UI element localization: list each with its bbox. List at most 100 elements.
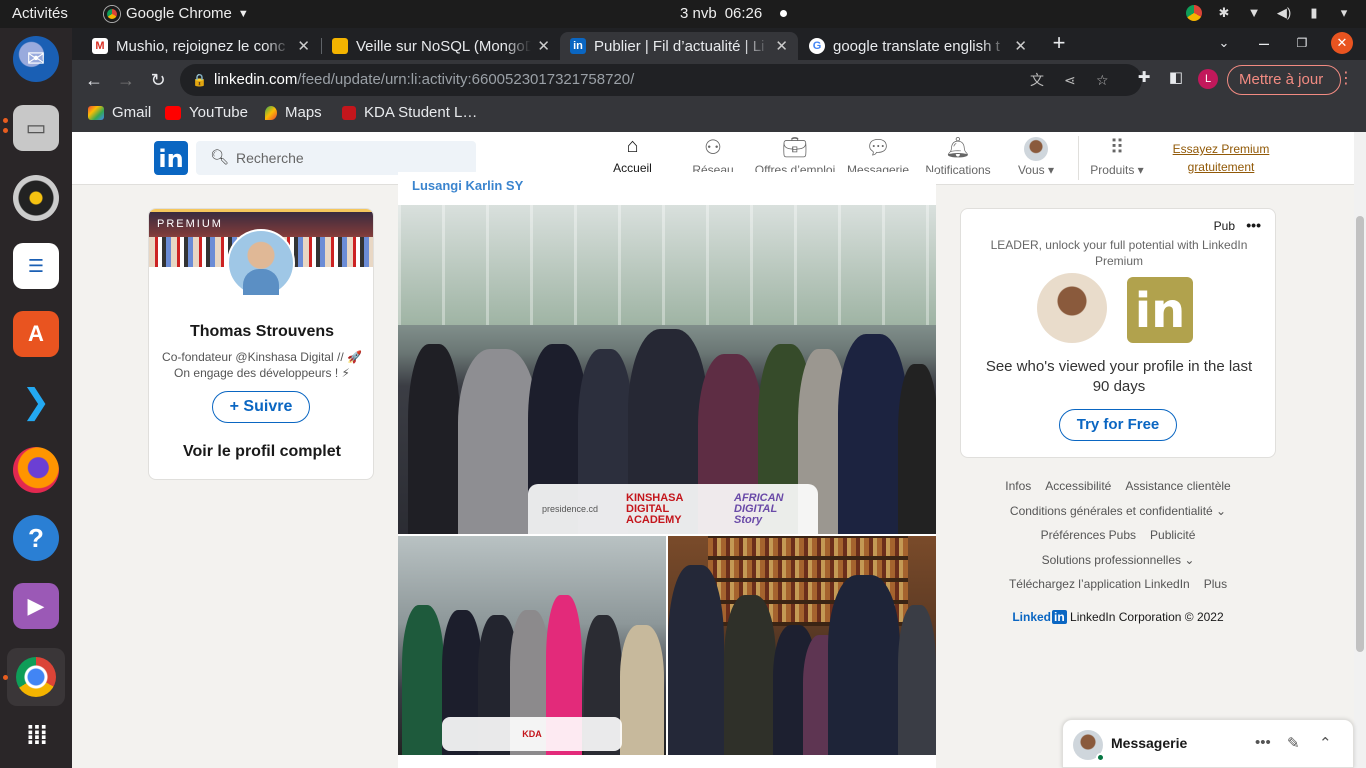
bookmark-star-icon[interactable]: ☆ xyxy=(1096,64,1109,96)
footer-links: Infos Accessibilité Assistance clientèle C… xyxy=(960,474,1276,597)
tab-slides[interactable]: Veille sur NoSQL (MongoD ✕ xyxy=(322,32,560,60)
clock[interactable]: 3 nvb 06:26 xyxy=(680,5,788,22)
thunderbird-icon[interactable]: ✉ xyxy=(13,36,59,82)
footer-link[interactable]: Publicité xyxy=(1150,528,1195,542)
tab-linkedin[interactable]: in Publier | Fil d’actualité | Li ✕ xyxy=(560,32,798,60)
close-window-icon[interactable]: ✕ xyxy=(1331,32,1353,54)
ad-headline: See who's viewed your profile in the las… xyxy=(985,358,1253,395)
follow-button[interactable]: + Suivre xyxy=(212,391,310,423)
post-photo-tertiary[interactable] xyxy=(668,536,936,755)
tab-strip: M Mushio, rejoignez le conc ✕ Veille sur… xyxy=(72,28,1366,60)
app-menu[interactable]: Google Chrome ▼ xyxy=(104,5,249,22)
nav-me[interactable]: Vous ▾ xyxy=(1008,132,1064,185)
ad-tagline: LEADER, unlock your full potential with … xyxy=(990,238,1248,268)
scrollbar-thumb[interactable] xyxy=(1356,216,1364,652)
page-scrollbar[interactable] xyxy=(1354,132,1366,768)
share-icon[interactable]: ⋖ xyxy=(1064,64,1076,96)
tab-gmail[interactable]: M Mushio, rejoignez le conc ✕ xyxy=(82,32,320,60)
maps-icon xyxy=(265,105,277,120)
close-tab-icon[interactable]: ✕ xyxy=(1014,37,1027,55)
footer-link[interactable]: Plus xyxy=(1204,577,1227,591)
bookmark-label: KDA Student L… xyxy=(364,104,478,121)
chrome-icon[interactable] xyxy=(7,648,65,706)
view-full-profile-link[interactable]: Voir le profil complet xyxy=(149,443,373,461)
bell-icon: 🔔︎ xyxy=(945,137,971,159)
post-author[interactable]: Lusangi Karlin SY xyxy=(412,178,523,193)
rhythmbox-icon[interactable] xyxy=(13,175,59,221)
more-options-icon[interactable]: ••• xyxy=(1255,734,1271,751)
footer-link[interactable]: Assistance clientèle xyxy=(1125,479,1230,493)
vscode-icon[interactable]: ❯ xyxy=(13,379,59,425)
footer-link[interactable]: Téléchargez l’application LinkedIn xyxy=(1009,577,1190,591)
search-input[interactable]: 🔍︎ Recherche xyxy=(196,141,476,175)
system-tray[interactable]: ✱ ▼ ◀) ▮ ▾ xyxy=(1186,5,1352,21)
writer-icon[interactable]: ☰ xyxy=(13,243,59,289)
bookmark-maps[interactable]: Maps xyxy=(265,104,322,121)
minimize-icon[interactable]: – xyxy=(1252,31,1276,55)
ad-user-avatar xyxy=(1037,273,1107,343)
profile-name[interactable]: Thomas Strouvens xyxy=(149,323,373,341)
footer-link[interactable]: Accessibilité xyxy=(1045,479,1111,493)
footer-line: Infos Accessibilité Assistance clientèle xyxy=(960,474,1276,499)
profile-avatar[interactable]: L xyxy=(1198,69,1218,89)
help-icon[interactable]: ? xyxy=(13,515,59,561)
video-icon[interactable]: ▶ xyxy=(13,583,59,629)
footer-link[interactable]: Conditions générales et confidentialité … xyxy=(1010,504,1226,518)
power-menu-icon[interactable]: ▾ xyxy=(1336,5,1352,21)
slides-icon xyxy=(332,38,348,54)
copyright: Linked in LinkedIn Corporation © 2022 xyxy=(960,610,1276,624)
bookmark-gmail[interactable]: Gmail xyxy=(88,104,151,121)
more-options-icon[interactable]: ••• xyxy=(1246,217,1261,233)
bookmark-youtube[interactable]: YouTube xyxy=(165,104,248,121)
translate-icon[interactable]: 文 xyxy=(1030,64,1044,96)
wifi-icon[interactable]: ▼ xyxy=(1246,5,1262,21)
firefox-icon[interactable] xyxy=(13,447,59,493)
briefcase-icon: 💼︎ xyxy=(782,137,808,159)
messaging-widget[interactable]: Messagerie ••• ✎ ⌃ xyxy=(1062,719,1354,768)
footer-link[interactable]: Solutions professionnelles ⌄ xyxy=(1042,553,1195,567)
app-center-icon[interactable]: A xyxy=(13,311,59,357)
chrome-tray-icon[interactable] xyxy=(1186,5,1202,21)
footer-line: Préférences Pubs Publicité xyxy=(960,523,1276,548)
app-grid-icon[interactable]: ⁞⁞⁞ xyxy=(13,712,59,758)
messaging-icon: 💬︎ xyxy=(865,137,891,159)
side-panel-icon[interactable]: ◧ xyxy=(1164,68,1188,86)
activities-button[interactable]: Activités xyxy=(12,5,68,22)
address-bar[interactable]: 🔒 linkedin.com/feed/update/urn:li:activi… xyxy=(180,64,1142,96)
volume-icon[interactable]: ◀) xyxy=(1276,5,1292,21)
profile-avatar[interactable] xyxy=(227,229,295,297)
update-button[interactable]: Mettre à jour xyxy=(1227,65,1341,95)
footer-link[interactable]: Infos xyxy=(1005,479,1031,493)
chevron-down-icon: ▼ xyxy=(237,7,249,20)
toolbar: ← → ↻ 🔒 linkedin.com/feed/update/urn:li:… xyxy=(72,60,1366,100)
kda-logo: KINSHASA DIGITAL ACADEMY xyxy=(626,491,684,526)
footer-line: Téléchargez l’application LinkedIn Plus xyxy=(960,572,1276,597)
reload-icon[interactable]: ↻ xyxy=(146,68,170,92)
linkedin-logo-icon[interactable]: in xyxy=(154,141,188,175)
tab-search-icon[interactable]: ⌄ xyxy=(1212,31,1236,55)
chrome-menu-icon[interactable]: ⋮ xyxy=(1338,68,1354,88)
close-tab-icon[interactable]: ✕ xyxy=(775,37,788,55)
close-tab-icon[interactable]: ✕ xyxy=(537,37,550,55)
footer-link[interactable]: Préférences Pubs xyxy=(1041,528,1136,542)
back-icon[interactable]: ← xyxy=(82,68,106,92)
bookmark-kda[interactable]: KDA Student L… xyxy=(342,104,477,121)
tab-google[interactable]: G google translate english t ✕ xyxy=(799,32,1037,60)
nav-products[interactable]: ⠿ Produits ▾ xyxy=(1084,132,1150,185)
post-photo-main[interactable]: presidence.cd KINSHASA DIGITAL ACADEMY A… xyxy=(398,205,936,534)
forward-icon[interactable]: → xyxy=(114,68,138,92)
post-photo-secondary[interactable]: KDA xyxy=(398,536,666,755)
files-icon[interactable]: ▭ xyxy=(13,105,59,151)
battery-icon[interactable]: ▮ xyxy=(1306,5,1322,21)
close-tab-icon[interactable]: ✕ xyxy=(297,37,310,55)
maximize-icon[interactable]: ❐ xyxy=(1290,31,1314,55)
chevron-up-icon[interactable]: ⌃ xyxy=(1319,734,1332,752)
extensions-icon[interactable]: ✚ xyxy=(1132,68,1156,86)
premium-link[interactable]: Essayez Premium gratuitement xyxy=(1172,140,1270,176)
try-for-free-button[interactable]: Try for Free xyxy=(1059,409,1177,441)
person xyxy=(828,575,900,755)
slack-icon[interactable]: ✱ xyxy=(1216,5,1232,21)
browser-window: M Mushio, rejoignez le conc ✕ Veille sur… xyxy=(72,28,1366,132)
compose-icon[interactable]: ✎ xyxy=(1287,734,1300,752)
new-tab-icon[interactable]: + xyxy=(1047,31,1071,55)
